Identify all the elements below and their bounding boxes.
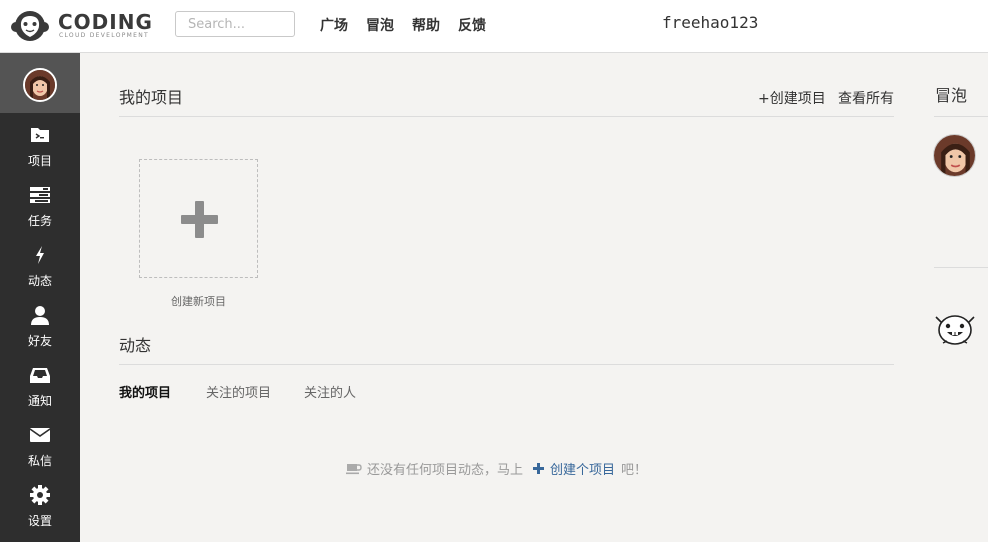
new-project-card[interactable] bbox=[139, 159, 258, 278]
sidebar-item-label: 设置 bbox=[27, 514, 52, 528]
mascot-icon bbox=[935, 315, 975, 345]
divider bbox=[934, 267, 988, 268]
empty-activity-message: 还没有任何项目动态，马上 创建个项目 吧！ bbox=[346, 459, 647, 478]
logo-tagline: CLOUD DEVELOPMENT bbox=[59, 32, 149, 39]
user-icon bbox=[31, 306, 49, 325]
bubble-avatar[interactable] bbox=[933, 134, 976, 177]
create-project-inline-link[interactable]: 创建个项目 bbox=[533, 459, 615, 478]
plus-icon bbox=[533, 463, 545, 474]
sidebar-item-label: 任务 bbox=[27, 214, 52, 228]
sidebar-item-label: 项目 bbox=[27, 154, 52, 168]
sidebar-item-activity[interactable]: 动态 bbox=[0, 237, 80, 297]
username-link[interactable]: freehao123 bbox=[662, 13, 758, 32]
sidebar-avatar-area[interactable] bbox=[0, 53, 80, 113]
tab-followed-people[interactable]: 关注的人 bbox=[304, 382, 356, 401]
view-all-link[interactable]: 查看所有 bbox=[838, 88, 894, 108]
plus-icon bbox=[195, 201, 204, 238]
empty-text: 还没有任何项目动态，马上 bbox=[367, 463, 524, 478]
main-content: 我的项目 +创建项目 查看所有 创建新项目 动态 我的项目 关注的项目 关注的人… bbox=[80, 53, 925, 542]
sidebar-item-label: 好友 bbox=[27, 334, 52, 348]
monkey-logo-icon bbox=[11, 11, 49, 41]
sidebar-item-label: 动态 bbox=[27, 274, 52, 288]
sidebar-item-tasks[interactable]: 任务 bbox=[0, 177, 80, 237]
coffee-icon bbox=[346, 463, 362, 474]
bubble-title: 冒泡 bbox=[935, 86, 968, 105]
top-header: CODING CLOUD DEVELOPMENT 广场 冒泡 帮助 反馈 fre… bbox=[0, 0, 988, 53]
tab-my-projects[interactable]: 我的项目 bbox=[119, 382, 171, 401]
sidebar-item-label: 通知 bbox=[27, 394, 52, 408]
divider bbox=[934, 116, 988, 117]
empty-suffix: 吧！ bbox=[621, 463, 648, 478]
envelope-icon bbox=[29, 428, 51, 442]
inbox-icon bbox=[30, 368, 50, 383]
sidebar-item-label: 私信 bbox=[27, 454, 52, 468]
sidebar-item-settings[interactable]: 设置 bbox=[0, 477, 80, 537]
folder-icon bbox=[31, 128, 49, 142]
create-project-link[interactable]: +创建项目 bbox=[758, 88, 826, 108]
main-nav: 广场 冒泡 帮助 反馈 bbox=[320, 15, 504, 35]
divider bbox=[119, 116, 894, 117]
projects-title: 我的项目 bbox=[119, 88, 184, 107]
create-project-inline-label: 创建个项目 bbox=[550, 463, 616, 478]
tasks-icon bbox=[30, 187, 50, 203]
sidebar-item-messages[interactable]: 私信 bbox=[0, 417, 80, 477]
sidebar-item-notifications[interactable]: 通知 bbox=[0, 357, 80, 417]
bolt-icon bbox=[36, 246, 44, 264]
new-project-label[interactable]: 创建新项目 bbox=[139, 293, 258, 309]
activity-title: 动态 bbox=[119, 336, 152, 355]
nav-feedback[interactable]: 反馈 bbox=[458, 15, 486, 35]
nav-square[interactable]: 广场 bbox=[320, 15, 348, 35]
coding-logo[interactable]: CODING CLOUD DEVELOPMENT bbox=[10, 8, 160, 44]
nav-bubble[interactable]: 冒泡 bbox=[366, 15, 394, 35]
divider bbox=[119, 364, 894, 365]
sidebar-item-projects[interactable]: 项目 bbox=[0, 117, 80, 177]
nav-help[interactable]: 帮助 bbox=[412, 15, 440, 35]
sidebar-item-friends[interactable]: 好友 bbox=[0, 297, 80, 357]
bubble-panel: 冒泡 bbox=[925, 53, 988, 542]
search-input[interactable] bbox=[175, 11, 295, 37]
logo-wordmark: CODING bbox=[58, 10, 153, 34]
left-sidebar: 项目 任务 动态 好友 通知 私信 设置 bbox=[0, 53, 80, 542]
gear-icon bbox=[30, 485, 50, 505]
avatar[interactable] bbox=[23, 68, 57, 102]
tab-followed-projects[interactable]: 关注的项目 bbox=[206, 382, 271, 401]
